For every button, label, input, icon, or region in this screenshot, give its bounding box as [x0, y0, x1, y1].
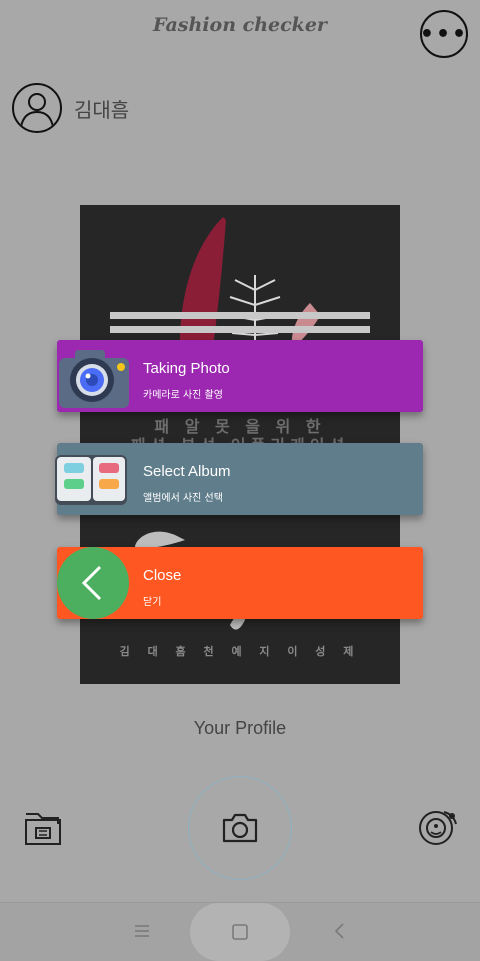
taking-photo-subtitle: 카메라로 사진 촬영 [143, 390, 223, 401]
select-album-subtitle: 앨범에서 사진 선택 [143, 493, 223, 504]
nav-menu-button[interactable] [132, 921, 152, 941]
profile-label: Your Profile [193, 718, 287, 738]
taking-photo-button[interactable]: Taking Photo 카메라로 사진 촬영 [57, 340, 423, 412]
avatar[interactable] [12, 83, 62, 133]
menu-icon [135, 925, 149, 937]
folder-icon [25, 813, 61, 845]
system-nav-bar [0, 902, 480, 961]
app-title: Fashion checker [153, 14, 327, 36]
back-arrow-icon [57, 547, 129, 619]
home-square-icon [232, 924, 248, 940]
select-album-title: Select Album [143, 463, 231, 480]
nav-back-button[interactable] [330, 921, 350, 941]
album-icon [55, 455, 127, 505]
more-button[interactable]: ••• [420, 10, 468, 58]
close-button[interactable]: Close 닫기 [57, 547, 423, 619]
user-name: 김대흠 [74, 98, 130, 122]
user-avatar-icon [20, 93, 54, 128]
taking-photo-title: Taking Photo [143, 360, 230, 377]
poster-names: 김 대 흠 천 예 지 이 성 제 [119, 645, 361, 658]
analysis-button[interactable] [416, 806, 460, 850]
back-icon [334, 923, 344, 939]
analysis-icon [419, 811, 457, 845]
close-subtitle: 닫기 [143, 597, 162, 608]
more-dots-icon: ••• [419, 21, 469, 47]
camera-icon [59, 350, 129, 408]
close-title: Close [143, 567, 182, 584]
camera-icon [222, 813, 258, 843]
select-album-button[interactable]: Select Album 앨범에서 사진 선택 [55, 443, 423, 515]
nav-home-button[interactable] [230, 922, 250, 942]
folder-button[interactable] [22, 806, 64, 848]
camera-button[interactable] [188, 776, 292, 880]
